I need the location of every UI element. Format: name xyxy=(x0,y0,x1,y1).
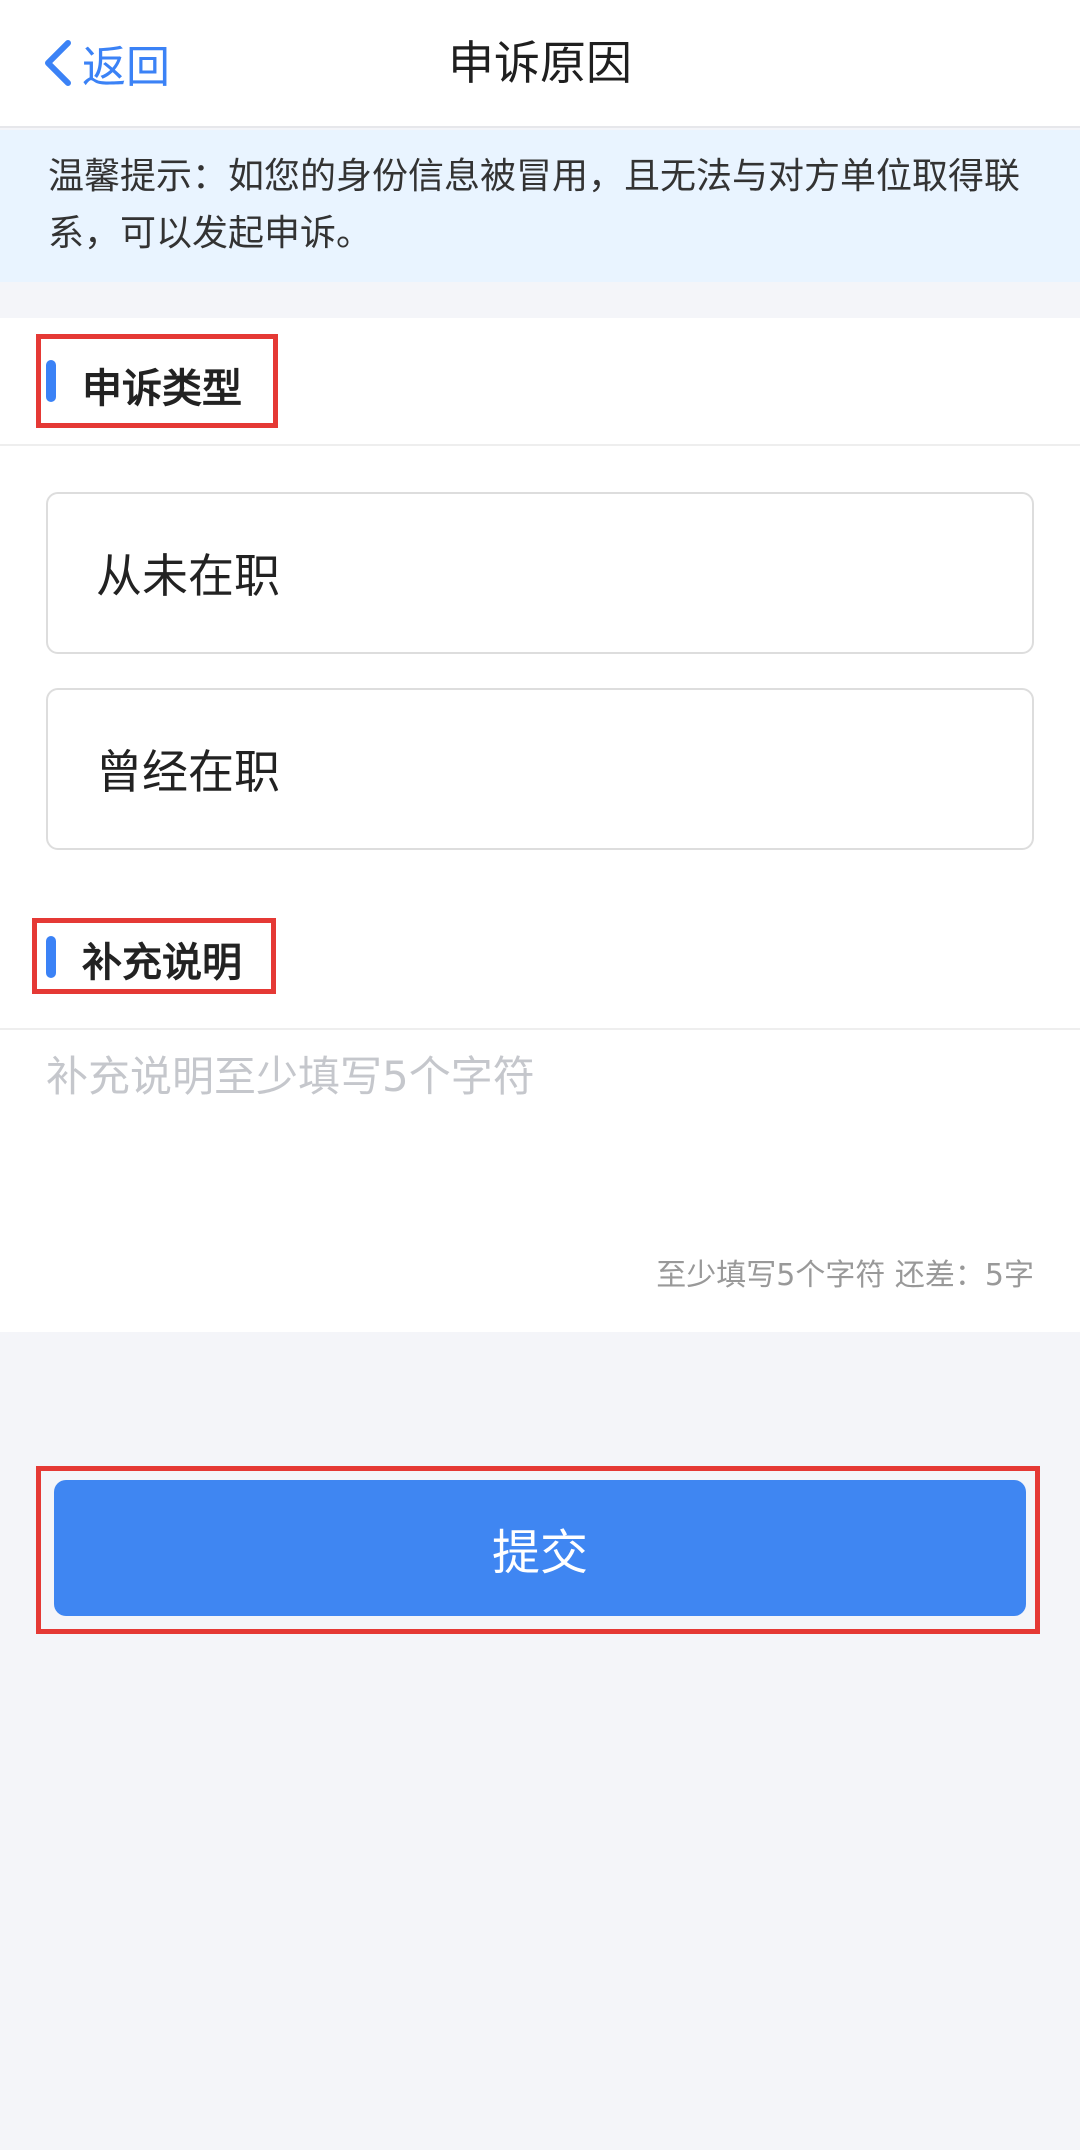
option-previously-employed[interactable]: 曾经在职 xyxy=(46,688,1034,850)
appeal-type-heading: 申诉类型 xyxy=(82,366,242,412)
option-never-employed[interactable]: 从未在职 xyxy=(46,492,1034,654)
remark-heading: 补充说明 xyxy=(82,940,242,986)
submit-button[interactable]: 提交 xyxy=(54,1480,1026,1616)
page-title: 申诉原因 xyxy=(448,36,632,90)
nav-bar: 返回 申诉原因 xyxy=(0,0,1080,128)
remark-header: 补充说明 xyxy=(0,902,1080,1030)
section-accent-bar xyxy=(46,360,56,402)
remark-char-counter: 至少填写5个字符 还差：5字 xyxy=(656,1258,1034,1293)
section-accent-bar xyxy=(46,936,56,978)
appeal-type-header: 申诉类型 xyxy=(0,318,1080,446)
remark-textarea[interactable] xyxy=(46,1052,1034,1202)
tip-banner: 温馨提示：如您的身份信息被冒用，且无法与对方单位取得联系，可以发起申诉。 xyxy=(0,130,1080,282)
appeal-form-card: 申诉类型 从未在职 曾经在职 补充说明 至少填写5个字符 还差：5字 xyxy=(0,318,1080,1332)
